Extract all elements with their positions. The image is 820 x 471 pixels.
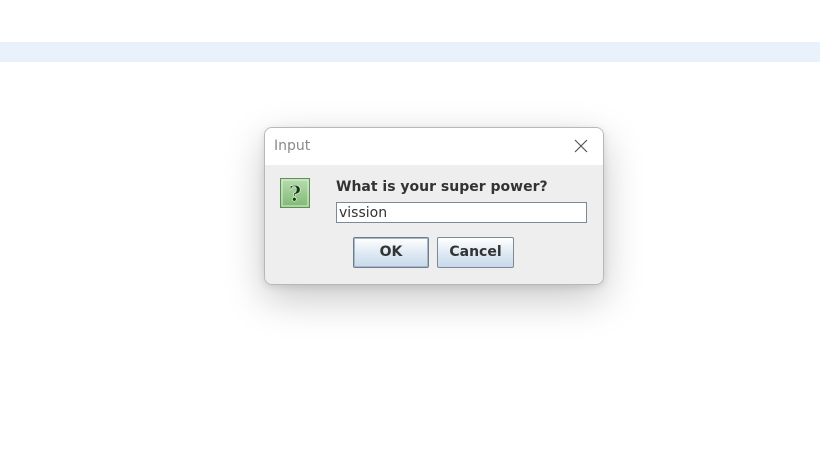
input-dialog: Input ? What is your super power? vissio… bbox=[264, 127, 604, 285]
dialog-content: ? What is your super power? OK Cancel bbox=[265, 165, 603, 284]
ok-button[interactable]: OK bbox=[353, 237, 429, 268]
prompt-text: What is your super power? bbox=[336, 179, 548, 195]
answer-input[interactable] bbox=[336, 202, 587, 223]
dialog-title: Input bbox=[274, 138, 311, 154]
close-icon bbox=[574, 139, 588, 153]
question-icon: ? bbox=[280, 178, 310, 208]
dialog-titlebar[interactable]: Input bbox=[265, 128, 603, 165]
cancel-button[interactable]: Cancel bbox=[437, 237, 514, 268]
close-button[interactable] bbox=[559, 128, 603, 165]
svg-text:?: ? bbox=[289, 181, 301, 206]
application-window: Input ? What is your super power? vissio… bbox=[0, 0, 820, 471]
highlighted-row bbox=[0, 42, 820, 62]
